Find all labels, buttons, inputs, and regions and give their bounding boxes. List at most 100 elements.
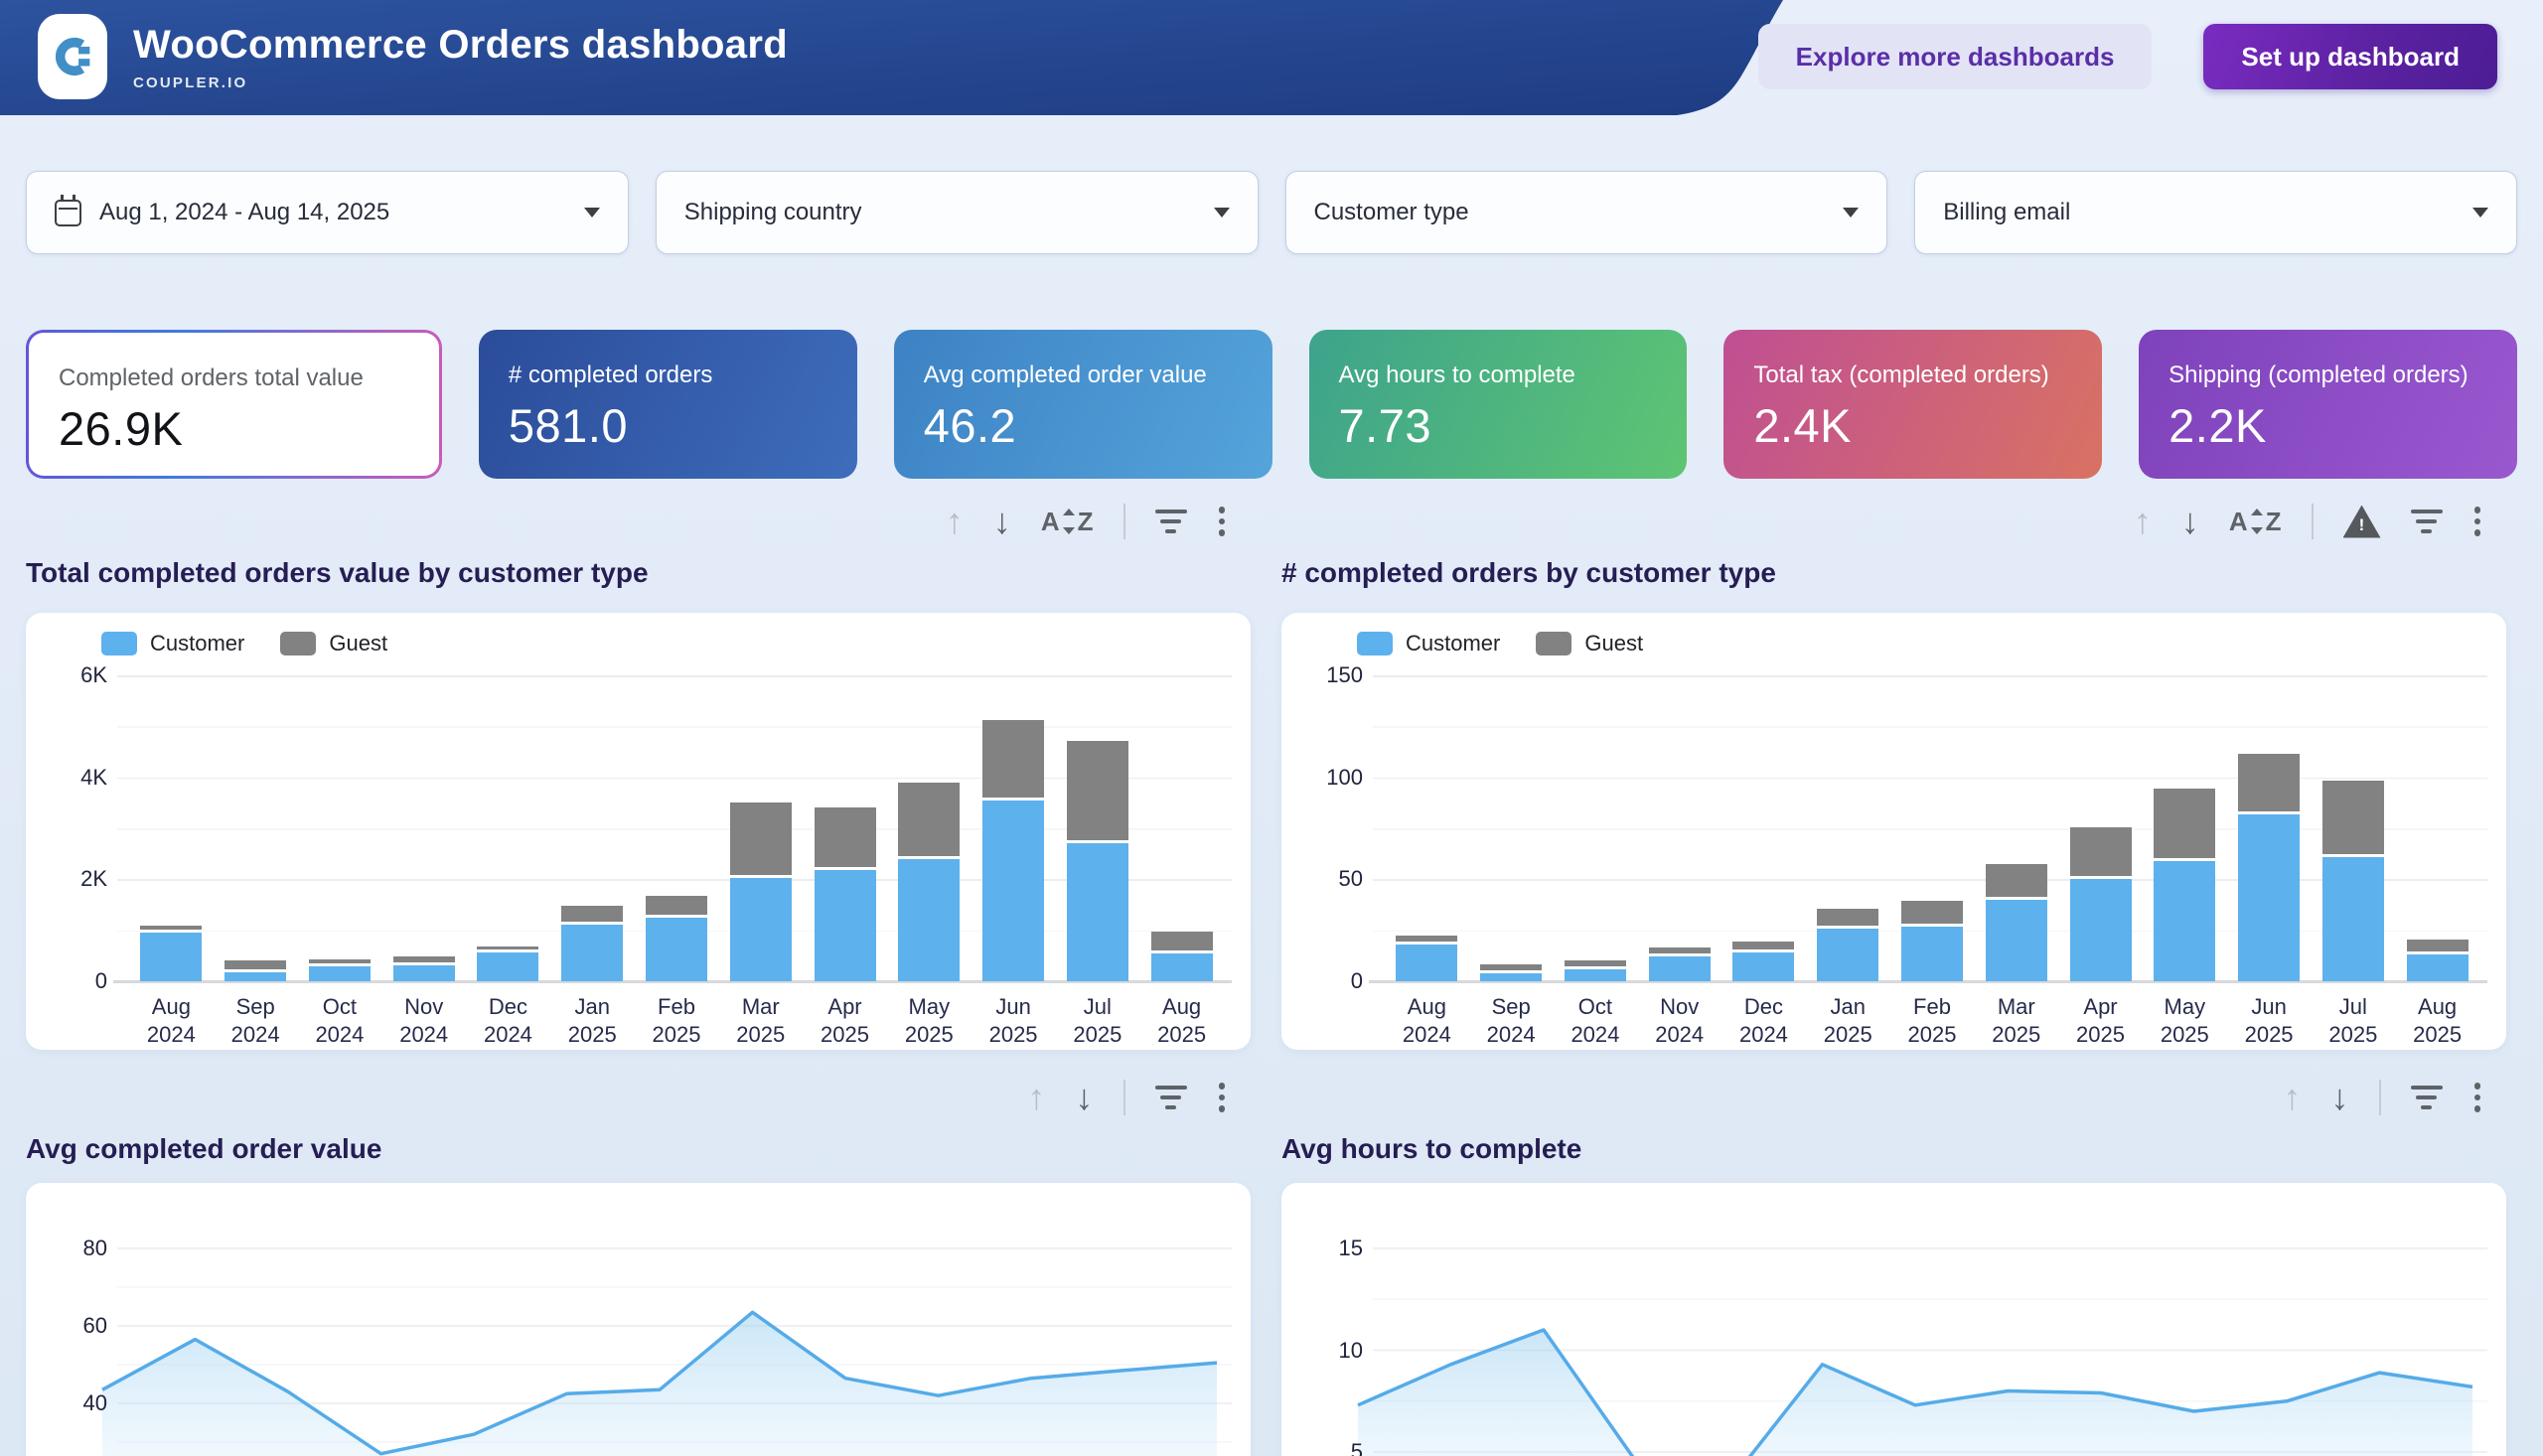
bar-guest xyxy=(2322,781,2384,854)
date-range-value: Aug 1, 2024 - Aug 14, 2025 xyxy=(99,199,584,226)
bar-customer xyxy=(730,878,792,981)
menu-icon[interactable] xyxy=(2472,505,2483,538)
bar-customer xyxy=(2154,861,2215,981)
menu-icon[interactable] xyxy=(2472,1081,2483,1114)
chart1-title: Total completed orders value by customer… xyxy=(26,557,649,589)
bar-guest xyxy=(730,802,792,875)
customer-type-filter[interactable]: Customer type xyxy=(1285,171,1888,254)
shipping-country-label: Shipping country xyxy=(684,199,1214,226)
bar-guest xyxy=(1649,947,1711,953)
gridline-minor xyxy=(117,828,1232,830)
sort-ascending-icon[interactable]: ↑ xyxy=(946,504,964,539)
kpi-value: 2.2K xyxy=(2169,398,2487,453)
coupler-logo-glyph xyxy=(47,31,98,82)
kpi-value: 581.0 xyxy=(509,398,827,453)
gridline xyxy=(117,778,1232,780)
chart4-title: Avg hours to complete xyxy=(1281,1133,1581,1165)
bar-customer xyxy=(1649,956,1711,981)
x-tick-label: Jan2025 xyxy=(550,993,635,1049)
setup-dashboard-button[interactable]: Set up dashboard xyxy=(2203,24,2497,89)
sort-descending-icon[interactable]: ↓ xyxy=(1076,1080,1094,1115)
x-tick-label: Dec2024 xyxy=(1721,993,1806,1049)
date-range-filter[interactable]: Aug 1, 2024 - Aug 14, 2025 xyxy=(26,171,629,254)
sort-ascending-icon[interactable]: ↑ xyxy=(2134,504,2152,539)
filter-icon[interactable] xyxy=(2411,510,2443,533)
bar-customer xyxy=(309,966,371,981)
bar-guest xyxy=(224,960,286,969)
bar-customer xyxy=(2407,954,2468,981)
filter-icon[interactable] xyxy=(2411,1086,2443,1109)
sort-az-icon[interactable]: AZ xyxy=(1041,507,1094,537)
bar-guest xyxy=(140,926,202,930)
x-tick-label: Jan2025 xyxy=(1806,993,1890,1049)
y-tick-label: 6K xyxy=(32,661,107,689)
billing-email-filter[interactable]: Billing email xyxy=(1914,171,2517,254)
trend-area xyxy=(102,1312,1217,1456)
warning-icon[interactable]: ! xyxy=(2343,506,2381,538)
menu-icon[interactable] xyxy=(1217,1081,1228,1114)
bar-guest xyxy=(646,896,707,915)
y-tick-label: 80 xyxy=(32,1235,107,1262)
dashboard-page: WooCommerce Orders dashboard COUPLER.IO … xyxy=(0,0,2543,1456)
explore-dashboards-button[interactable]: Explore more dashboards xyxy=(1758,24,2153,89)
kpi-label: Total tax (completed orders) xyxy=(1753,362,2072,389)
kpi-label: Shipping (completed orders) xyxy=(2169,362,2487,389)
y-tick-label: 40 xyxy=(32,1389,107,1417)
x-tick-label: Apr2025 xyxy=(803,993,887,1049)
bar-customer xyxy=(2070,879,2132,981)
legend-swatch xyxy=(101,632,137,655)
gridline xyxy=(117,675,1232,677)
kpi-value: 2.4K xyxy=(1753,398,2072,453)
x-tick-label: May2025 xyxy=(887,993,972,1049)
bar-guest xyxy=(477,946,538,950)
legend-item-customer: Customer xyxy=(1357,631,1500,656)
bar-customer xyxy=(1901,927,1963,981)
kpi-label: Completed orders total value xyxy=(59,364,409,392)
x-tick-label: Aug2025 xyxy=(2395,993,2479,1049)
chevron-down-icon xyxy=(1843,208,1859,218)
shipping-country-filter[interactable]: Shipping country xyxy=(656,171,1259,254)
x-tick-label: Jul2025 xyxy=(2311,993,2395,1049)
menu-icon[interactable] xyxy=(1217,505,1228,538)
y-tick-label: 150 xyxy=(1287,661,1363,689)
kpi-completed-orders-total-value: Completed orders total value 26.9K xyxy=(26,330,442,479)
gridline xyxy=(1373,675,2487,677)
bar-customer xyxy=(1480,973,1542,981)
bar-customer xyxy=(815,870,876,981)
y-tick-label: 2K xyxy=(32,865,107,893)
legend-label: Guest xyxy=(1584,631,1643,656)
chart3-toolbar: ↑ ↓ xyxy=(26,1076,1251,1119)
chart-legend: CustomerGuest xyxy=(101,631,387,656)
y-tick-label: 15 xyxy=(1287,1235,1363,1262)
bar-customer xyxy=(140,933,202,981)
bar-customer xyxy=(1986,900,2047,981)
gridline xyxy=(1373,778,2487,780)
toolbar-divider xyxy=(1123,1080,1125,1115)
bar-guest xyxy=(898,783,960,855)
bar-guest xyxy=(2238,754,2300,810)
legend-label: Customer xyxy=(150,631,244,656)
bar-guest xyxy=(309,959,371,963)
sort-az-icon[interactable]: AZ xyxy=(2229,507,2282,537)
bar-guest xyxy=(1067,741,1128,841)
x-tick-label: Feb2025 xyxy=(1890,993,1975,1049)
kpi-value: 7.73 xyxy=(1339,398,1658,453)
trend-chart-canvas xyxy=(26,1183,1251,1456)
sort-ascending-icon[interactable]: ↑ xyxy=(2284,1080,2302,1115)
sort-ascending-icon[interactable]: ↑ xyxy=(1028,1080,1046,1115)
y-tick-label: 0 xyxy=(1287,967,1363,995)
toolbar-divider xyxy=(1123,504,1125,539)
x-tick-label: Aug2025 xyxy=(1139,993,1224,1049)
app-header: WooCommerce Orders dashboard COUPLER.IO … xyxy=(0,0,2543,115)
sort-descending-icon[interactable]: ↓ xyxy=(2331,1080,2349,1115)
bar-guest xyxy=(982,720,1044,798)
chart-avg-hours: 51015 xyxy=(1281,1183,2506,1456)
kpi-avg-completed-order-value: Avg completed order value 46.2 xyxy=(894,330,1272,479)
filter-icon[interactable] xyxy=(1155,510,1187,533)
sort-descending-icon[interactable]: ↓ xyxy=(2181,504,2199,539)
filter-icon[interactable] xyxy=(1155,1086,1187,1109)
sort-descending-icon[interactable]: ↓ xyxy=(993,504,1011,539)
kpi-shipping: Shipping (completed orders) 2.2K xyxy=(2139,330,2517,479)
y-tick-label: 0 xyxy=(32,967,107,995)
brand-label: COUPLER.IO xyxy=(133,74,788,91)
